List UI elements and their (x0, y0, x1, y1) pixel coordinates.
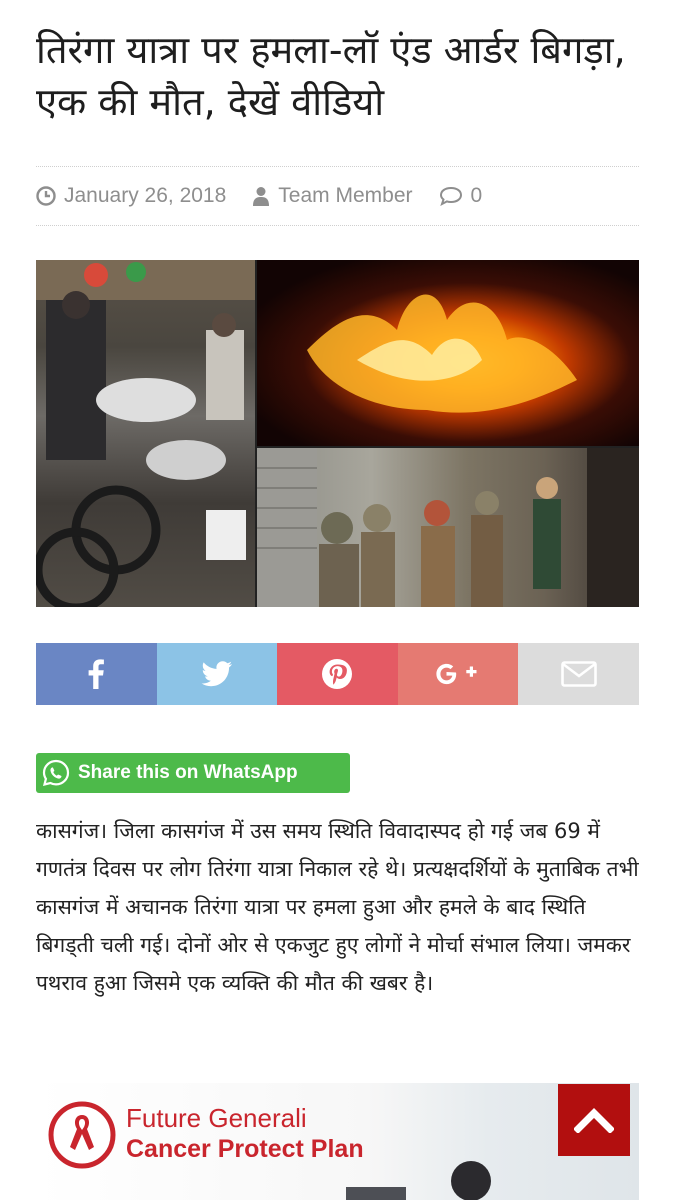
ribbon-logo-icon (48, 1101, 116, 1169)
ad-brand-name: Future Generali (126, 1103, 307, 1133)
ad-person-image (451, 1161, 491, 1200)
whatsapp-label[interactable]: Share this on WhatsApp (78, 762, 298, 784)
social-share-bar (36, 643, 639, 705)
twitter-share-button[interactable] (156, 643, 278, 705)
whatsapp-icon (42, 759, 70, 787)
featured-image (36, 260, 639, 607)
author-text[interactable]: Team Member (278, 184, 412, 208)
fire-photo (257, 260, 639, 446)
article-body: कासगंज। जिला कासगंज में उस समय स्थिति वि… (36, 819, 639, 995)
back-to-top-button[interactable] (558, 1084, 630, 1156)
google-plus-share-button[interactable] (397, 643, 519, 705)
fire-scene (307, 294, 577, 413)
twitter-icon (201, 661, 232, 687)
facebook-share-button[interactable] (36, 643, 157, 705)
ad-product-name: Cancer Protect Plan (126, 1135, 364, 1163)
police-scene (257, 448, 639, 607)
meta-comments[interactable]: 0 (439, 184, 483, 208)
envelope-icon (560, 661, 597, 687)
article-title: तिरंगा यात्रा पर हमला-लॉ एंड आर्डर बिगड़… (36, 28, 626, 124)
meta-author[interactable]: Team Member (252, 184, 413, 208)
date-text: January 26, 2018 (64, 184, 227, 207)
crowd-photo (36, 260, 255, 607)
pinterest-share-button[interactable] (277, 643, 398, 705)
crowd-scene (36, 260, 255, 607)
whatsapp-share-button[interactable]: Share this on WhatsApp (36, 753, 350, 793)
user-icon (253, 187, 270, 206)
advertisement[interactable]: Future Generali Cancer Protect Plan (36, 1083, 639, 1200)
facebook-icon (88, 659, 105, 689)
google-plus-icon (436, 663, 477, 685)
pinterest-icon (322, 659, 353, 689)
article-meta: January 26, 2018 Team Member 0 (36, 166, 639, 226)
police-photo (257, 448, 639, 607)
email-share-button[interactable] (518, 643, 639, 705)
ad-box-image (346, 1187, 406, 1200)
meta-date: January 26, 2018 (36, 184, 226, 208)
comment-count[interactable]: 0 (471, 184, 483, 208)
chevron-up-icon (574, 1108, 614, 1133)
comment-icon (439, 186, 462, 206)
clock-icon (36, 186, 56, 206)
